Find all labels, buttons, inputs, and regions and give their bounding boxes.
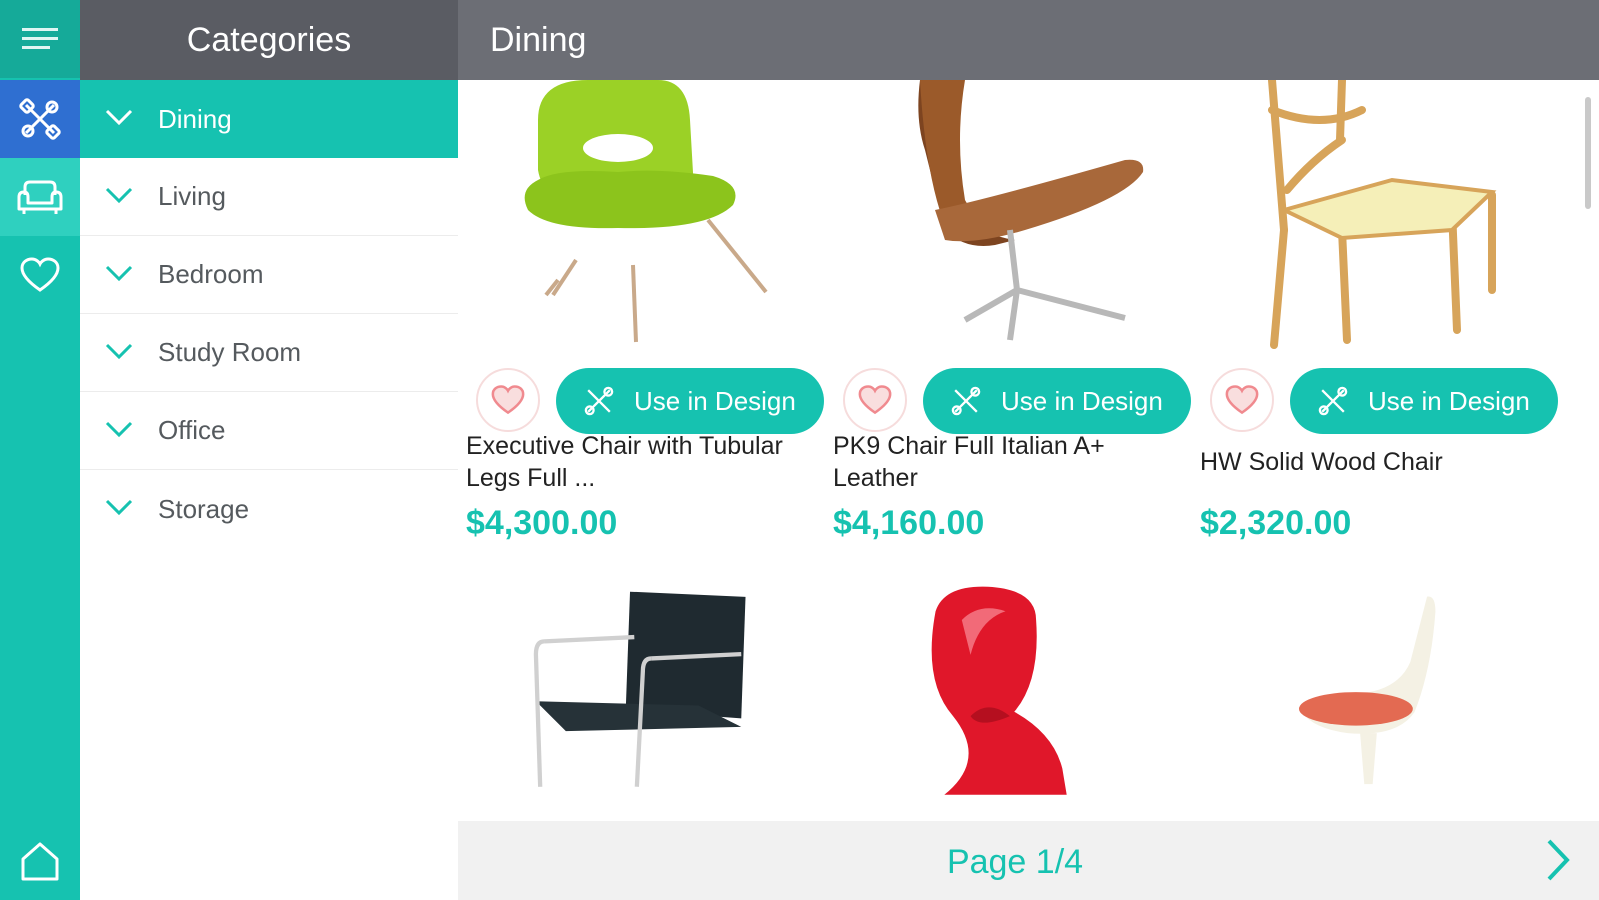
favorite-button[interactable] [476,368,540,432]
product-card[interactable]: Use in Design Executive Chair with Tubul… [458,80,826,560]
chevron-down-icon [105,109,133,126]
category-item-bedroom[interactable]: Bedroom [80,236,458,314]
design-tools-icon [584,386,614,416]
product-image-green-chair[interactable] [458,80,826,350]
chevron-down-icon [105,499,133,516]
product-name[interactable]: PK9 Chair Full Italian A+ Leather [833,430,1195,494]
category-label: Office [158,415,226,445]
page-indicator: Page 1/4 [946,843,1084,881]
product-card[interactable] [458,590,826,821]
product-image-brown-leather-chair[interactable] [825,80,1193,350]
product-price: $4,300.00 [466,504,618,542]
icon-rail [0,0,80,900]
category-label: Storage [158,493,250,524]
home-nav-button[interactable] [0,822,80,900]
category-item-storage[interactable]: Storage [80,470,458,548]
furniture-nav-button[interactable] [0,158,80,236]
product-image-black-cantilever-chair[interactable] [458,590,826,821]
use-in-design-button[interactable]: Use in Design [1290,368,1558,434]
chevron-down-icon [105,187,133,204]
category-label: Dining [158,103,232,134]
chevron-down-icon [105,421,133,438]
use-in-design-button[interactable]: Use in Design [923,368,1191,434]
scrollbar[interactable] [1585,97,1591,209]
product-card[interactable]: Use in Design PK9 Chair Full Italian A+ … [825,80,1193,560]
menu-button[interactable] [0,0,80,78]
design-tools-icon [1318,386,1348,416]
use-in-design-label: Use in Design [634,385,796,416]
product-card[interactable] [1192,595,1560,821]
category-list: Dining Living Bedroom Study Room Office … [80,80,458,548]
heart-icon [491,385,525,415]
section-title: Dining [490,20,587,59]
product-image-tulip-chair[interactable] [1192,595,1560,821]
use-in-design-label: Use in Design [1368,385,1530,416]
product-price: $2,320.00 [1200,504,1352,542]
design-tools-icon [951,386,981,416]
product-card[interactable]: Use in Design HW Solid Wood Chair $2,320… [1192,80,1560,560]
favorite-button[interactable] [843,368,907,432]
design-tools-icon [19,98,61,140]
favorite-button[interactable] [1210,368,1274,432]
product-image-wood-chair[interactable] [1192,80,1560,350]
product-image-red-panton-chair[interactable] [825,585,1193,821]
category-label: Study Room [158,337,302,367]
product-card[interactable] [825,585,1193,821]
use-in-design-label: Use in Design [1001,385,1163,416]
section-header: Dining [458,0,1599,80]
chevron-down-icon [105,265,133,282]
category-item-study-room[interactable]: Study Room [80,314,458,392]
categories-header: Categories [80,0,458,80]
sofa-icon [17,180,63,214]
categories-title: Categories [186,20,352,59]
category-label: Bedroom [158,259,264,289]
heart-icon [1225,385,1259,415]
product-name[interactable]: Executive Chair with Tubular Legs Full .… [466,430,828,494]
product-price: $4,160.00 [833,504,985,542]
product-grid: Use in Design Executive Chair with Tubul… [458,80,1599,821]
heart-icon [20,257,60,292]
category-item-office[interactable]: Office [80,392,458,470]
design-nav-button[interactable] [0,80,80,158]
favorites-nav-button[interactable] [0,236,80,314]
chevron-right-icon[interactable] [1543,837,1573,883]
product-name[interactable]: HW Solid Wood Chair [1200,446,1562,478]
category-item-living[interactable]: Living [80,158,458,236]
chevron-down-icon [105,343,133,360]
home-icon [21,842,59,881]
use-in-design-button[interactable]: Use in Design [556,368,824,434]
category-label: Living [158,181,226,211]
heart-icon [858,385,892,415]
category-item-dining[interactable]: Dining [80,80,458,158]
menu-icon [22,28,58,49]
pagination-bar: Page 1/4 [458,821,1599,900]
